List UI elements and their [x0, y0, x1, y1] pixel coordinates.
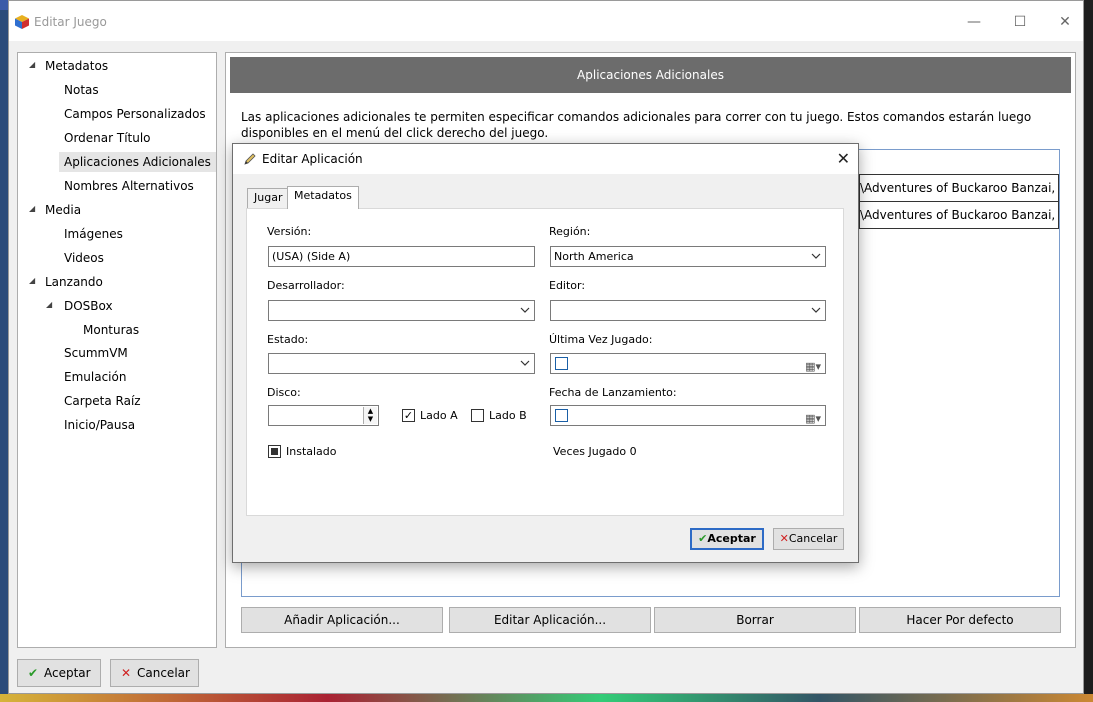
- chevron-down-icon: [520, 307, 530, 313]
- dialog-cancel-label: Cancelar: [788, 532, 838, 545]
- chevron-down-icon: [811, 253, 821, 259]
- title-bar[interactable]: Editar Juego — ☐ ✕: [9, 1, 1083, 41]
- tree-item-campos-personalizados[interactable]: Campos Personalizados: [64, 104, 206, 124]
- add-app-button[interactable]: Añadir Aplicación...: [241, 607, 443, 633]
- dialog-accept-button[interactable]: ✔Aceptar: [690, 528, 764, 550]
- calendar-dropdown-icon[interactable]: ▦▾: [805, 409, 821, 425]
- tree-item-dosbox[interactable]: DOSBox: [64, 296, 113, 316]
- dialog-cancel-button[interactable]: ✕Cancelar: [773, 528, 844, 550]
- version-label: Versión:: [267, 225, 312, 238]
- tree-item-monturas[interactable]: Monturas: [83, 320, 139, 340]
- side-a-label: Lado A: [420, 409, 458, 422]
- x-icon: ✕: [779, 532, 789, 545]
- disc-stepper[interactable]: ▲ ▼: [268, 405, 379, 426]
- list-item[interactable]: \Adventures of Buckaroo Banzai, The: [859, 174, 1059, 202]
- last-played-datepicker[interactable]: ▦▾: [550, 353, 826, 374]
- background-right: [1084, 10, 1093, 702]
- expand-arrow-icon[interactable]: ◢: [46, 300, 52, 309]
- pencil-icon: [244, 153, 256, 165]
- delete-button[interactable]: Borrar: [654, 607, 856, 633]
- expand-arrow-icon[interactable]: ◢: [29, 276, 35, 285]
- tree-item-imagenes[interactable]: Imágenes: [64, 224, 123, 244]
- side-a-checkbox[interactable]: ✓: [402, 409, 415, 422]
- developer-combo[interactable]: [268, 300, 535, 321]
- expand-arrow-icon[interactable]: ◢: [29, 204, 35, 213]
- region-label: Región:: [549, 225, 591, 238]
- region-combo[interactable]: North America: [550, 246, 826, 267]
- cancel-button[interactable]: ✕ Cancelar: [110, 659, 199, 687]
- publisher-label: Editor:: [549, 279, 586, 292]
- status-combo[interactable]: [268, 353, 535, 374]
- dialog-title: Editar Aplicación: [262, 152, 363, 166]
- close-button[interactable]: ✕: [1056, 13, 1074, 31]
- tree-item-aplicaciones-adicionales[interactable]: Aplicaciones Adicionales: [59, 152, 216, 172]
- expand-arrow-icon[interactable]: ◢: [29, 60, 35, 69]
- installed-label: Instalado: [286, 445, 337, 458]
- panel-header: Aplicaciones Adicionales: [230, 57, 1071, 93]
- tab-jugar[interactable]: Jugar: [247, 188, 290, 208]
- tree-item-inicio-pausa[interactable]: Inicio/Pausa: [64, 415, 135, 435]
- launchbox-cube-icon: [15, 15, 29, 29]
- last-played-label: Última Vez Jugado:: [549, 333, 653, 346]
- chevron-down-icon: [811, 307, 821, 313]
- checkmark-icon: ✔: [27, 666, 39, 680]
- accept-button[interactable]: ✔ Aceptar: [17, 659, 101, 687]
- dialog-title-bar[interactable]: Editar Aplicación ✕: [233, 144, 858, 174]
- times-played-label: Veces Jugado 0: [553, 445, 637, 458]
- tree-item-lanzando[interactable]: Lanzando: [45, 272, 103, 292]
- calendar-dropdown-icon[interactable]: ▦▾: [805, 357, 821, 373]
- window-title: Editar Juego: [34, 15, 107, 29]
- maximize-button[interactable]: ☐: [1011, 13, 1029, 31]
- dialog-close-button[interactable]: ✕: [837, 149, 850, 168]
- list-item[interactable]: \Adventures of Buckaroo Banzai, The: [859, 201, 1059, 229]
- tree-item-videos[interactable]: Videos: [64, 248, 104, 268]
- tree-item-ordenar-titulo[interactable]: Ordenar Título: [64, 128, 151, 148]
- panel-description: Las aplicaciones adicionales te permiten…: [241, 110, 1032, 140]
- accept-label: Aceptar: [44, 666, 91, 680]
- release-date-checkbox[interactable]: [555, 409, 568, 422]
- release-date-label: Fecha de Lanzamiento:: [549, 386, 677, 399]
- edit-app-button[interactable]: Editar Aplicación...: [449, 607, 651, 633]
- minimize-button[interactable]: —: [965, 13, 983, 31]
- last-played-checkbox[interactable]: [555, 357, 568, 370]
- spin-arrows-icon[interactable]: ▲ ▼: [363, 407, 377, 424]
- release-date-datepicker[interactable]: ▦▾: [550, 405, 826, 426]
- checkmark-icon: ✔: [698, 532, 708, 545]
- metadata-tab-content: Versión: (USA) (Side A) Región: North Am…: [246, 208, 844, 516]
- x-icon: ✕: [120, 666, 132, 680]
- dialog-accept-label: Aceptar: [707, 532, 756, 545]
- set-default-button[interactable]: Hacer Por defecto: [859, 607, 1061, 633]
- tree-item-media[interactable]: Media: [45, 200, 81, 220]
- edit-app-dialog: Editar Aplicación ✕ Jugar Metadatos Vers…: [232, 143, 859, 563]
- tab-metadatos[interactable]: Metadatos: [287, 186, 359, 209]
- background-bottom: [0, 694, 1093, 702]
- tree-item-nombres-alternativos[interactable]: Nombres Alternativos: [64, 176, 194, 196]
- version-input[interactable]: (USA) (Side A): [268, 246, 535, 267]
- chevron-down-icon: [520, 360, 530, 366]
- developer-label: Desarrollador:: [267, 279, 345, 292]
- status-label: Estado:: [267, 333, 309, 346]
- tree-item-emulacion[interactable]: Emulación: [64, 367, 126, 387]
- tree-item-scummvm[interactable]: ScummVM: [64, 343, 128, 363]
- navigation-tree: ◢ Metadatos Notas Campos Personalizados …: [17, 52, 217, 648]
- cancel-label: Cancelar: [137, 666, 190, 680]
- region-value: North America: [554, 250, 634, 263]
- side-b-checkbox[interactable]: [471, 409, 484, 422]
- disc-label: Disco:: [267, 386, 301, 399]
- side-b-label: Lado B: [489, 409, 527, 422]
- background-left: [0, 10, 8, 702]
- tree-item-metadatos[interactable]: Metadatos: [45, 56, 108, 76]
- tree-item-notas[interactable]: Notas: [64, 80, 99, 100]
- publisher-combo[interactable]: [550, 300, 826, 321]
- tree-item-carpeta-raiz[interactable]: Carpeta Raíz: [64, 391, 141, 411]
- installed-checkbox[interactable]: [268, 445, 281, 458]
